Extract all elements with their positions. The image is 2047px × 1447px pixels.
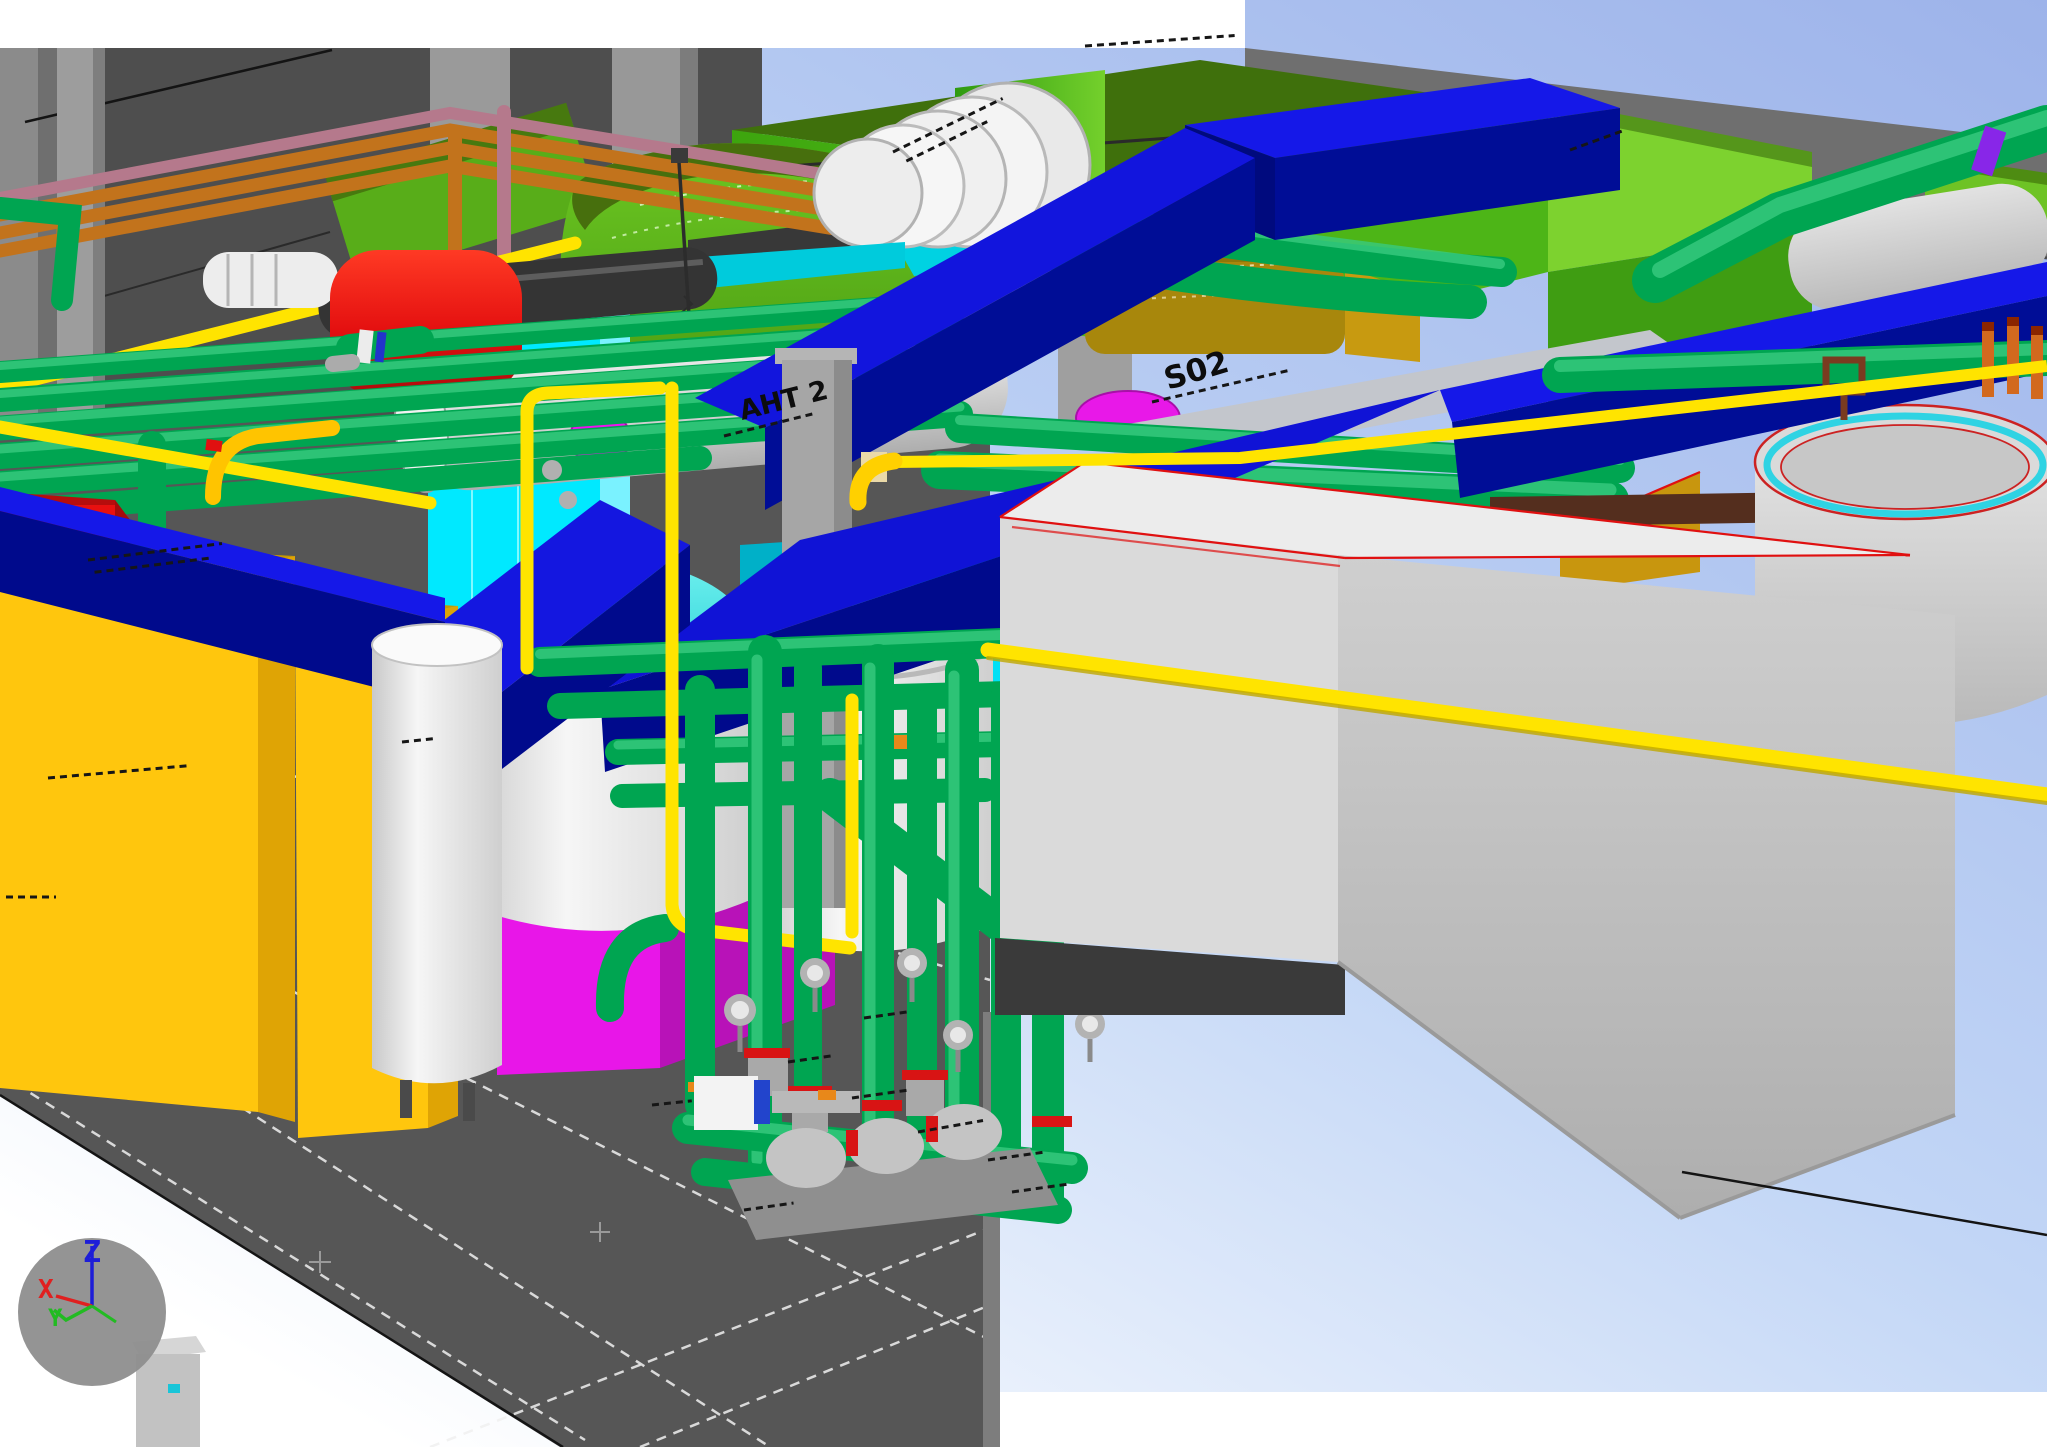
- flex-ring: [814, 139, 922, 247]
- tank-leg: [463, 1083, 475, 1121]
- orange-band: [818, 1090, 836, 1100]
- valve-fitting: [542, 460, 562, 480]
- tank-leg: [400, 1080, 412, 1118]
- red-flange: [744, 1048, 790, 1058]
- pump-body: [848, 1118, 924, 1174]
- white-motor: [694, 1076, 758, 1130]
- box-front: [1000, 517, 1338, 962]
- cad-3d-viewport[interactable]: AHT 2 S02 Z X Y: [0, 0, 2047, 1447]
- top-margin: [0, 0, 1245, 48]
- gray-stub: [333, 362, 352, 364]
- background-bottom-strip: [983, 1392, 2047, 1447]
- pump-body: [766, 1128, 846, 1188]
- plinth: [136, 1354, 200, 1447]
- red-flange: [1032, 1116, 1072, 1127]
- valve-fitting: [559, 491, 577, 509]
- blue-flange: [754, 1080, 770, 1124]
- axis-label-y: Y: [48, 1304, 63, 1332]
- axis-label-z: Z: [83, 1235, 101, 1270]
- pipe-silencer: [203, 252, 338, 308]
- red-band: [205, 439, 222, 452]
- plinth-chip: [168, 1384, 180, 1393]
- red-flange: [902, 1070, 948, 1080]
- axis-label-x: X: [38, 1275, 54, 1305]
- red-flange: [846, 1130, 858, 1156]
- model-canvas[interactable]: AHT 2 S02 Z X Y: [0, 0, 2047, 1447]
- red-flange: [862, 1100, 902, 1111]
- sensor-head: [671, 148, 688, 163]
- valve-body: [906, 1080, 944, 1116]
